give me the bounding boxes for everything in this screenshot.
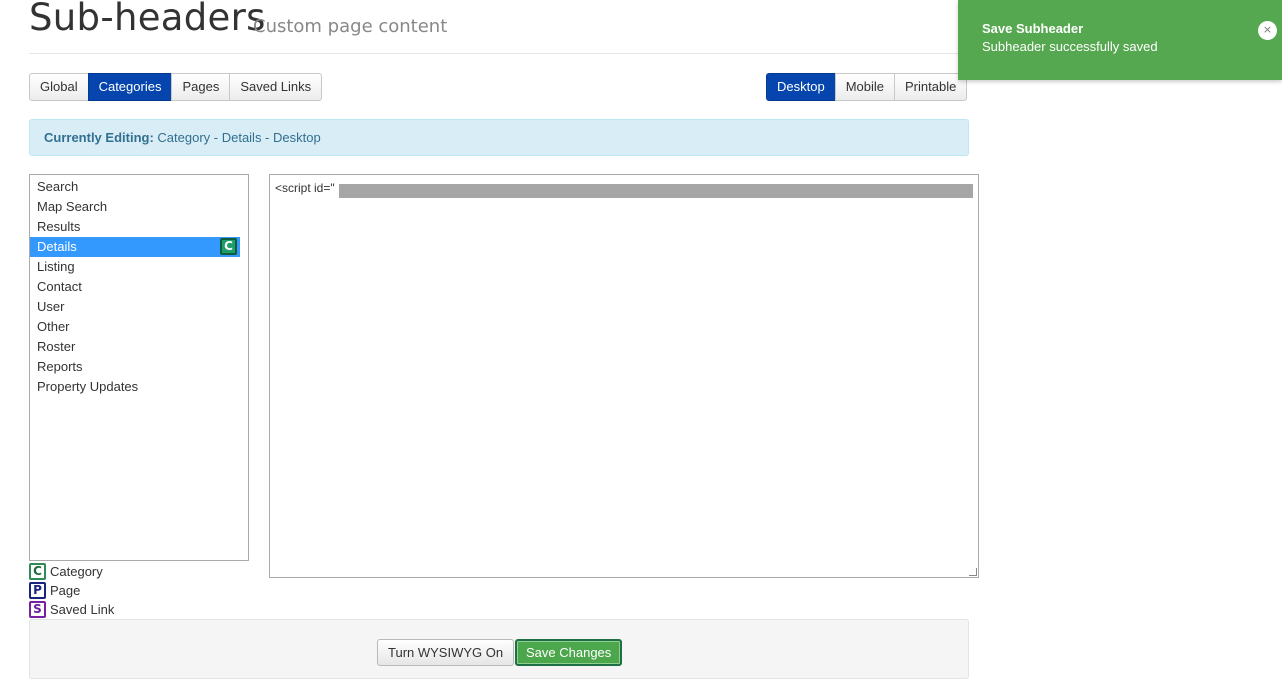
legend-row: C Category (29, 562, 114, 581)
redacted-block (339, 184, 973, 198)
list-item-reports[interactable]: Reports (30, 357, 240, 377)
list-item-label: Reports (37, 359, 83, 374)
page-badge-icon: P (29, 582, 46, 599)
list-item-results[interactable]: Results (30, 217, 240, 237)
list-item-contact[interactable]: Contact (30, 277, 240, 297)
list-item-label: Listing (37, 259, 75, 274)
list-item-other[interactable]: Other (30, 317, 240, 337)
list-item-label: Other (37, 319, 70, 334)
legend-row: P Page (29, 581, 114, 600)
toast-message: Subheader successfully saved (982, 39, 1158, 54)
tab-pages[interactable]: Pages (171, 73, 231, 101)
legend-row: S Saved Link (29, 600, 114, 619)
page-subtitle: Custom page content (253, 16, 448, 37)
close-icon[interactable]: × (1258, 21, 1277, 40)
legend-label: Saved Link (50, 602, 115, 617)
editing-value: Category - Details - Desktop (157, 130, 321, 145)
list-item-label: Details (37, 239, 77, 254)
list-item-label: Results (37, 219, 81, 234)
device-tabs: Desktop Mobile Printable (766, 73, 968, 101)
list-item-map-search[interactable]: Map Search (30, 197, 240, 217)
saved-link-badge-icon: S (29, 601, 46, 618)
category-badge-icon: C (29, 563, 46, 580)
toast-title: Save Subheader (982, 21, 1084, 36)
save-changes-button[interactable]: Save Changes (515, 639, 623, 666)
page-header: Sub-headers Custom page content (29, 0, 969, 54)
editing-label: Currently Editing: (44, 130, 154, 145)
list-item-label: User (37, 299, 65, 314)
tab-saved-links[interactable]: Saved Links (229, 73, 323, 101)
tab-categories[interactable]: Categories (87, 73, 173, 101)
list-item-label: Roster (37, 339, 76, 354)
list-item-label: Property Updates (37, 379, 139, 394)
page-title: Sub-headers (29, 0, 266, 39)
category-badge: C (220, 238, 237, 255)
list-item-label: Map Search (37, 199, 108, 214)
list-item-property-updates[interactable]: Property Updates (30, 377, 240, 397)
wysiwyg-toggle-button[interactable]: Turn WYSIWYG On (377, 639, 515, 666)
resize-handle-icon[interactable] (969, 568, 977, 576)
list-item-roster[interactable]: Roster (30, 337, 240, 357)
editor-content: <script id=" (275, 181, 335, 195)
scope-tabs: Global Categories Pages Saved Links (29, 73, 323, 101)
legend-label: Page (50, 583, 81, 598)
list-item-details[interactable]: Details C (30, 237, 240, 257)
list-item-label: Search (37, 179, 79, 194)
html-editor-textarea[interactable]: <script id=" (269, 174, 979, 578)
editing-banner: Currently Editing: Category - Details - … (29, 119, 969, 156)
badge-legend: C Category P Page S Saved Link (29, 562, 114, 619)
list-item-user[interactable]: User (30, 297, 240, 317)
list-item-label: Contact (37, 279, 82, 294)
category-list[interactable]: Search Map Search Results Details C Listi… (29, 174, 249, 561)
tab-desktop[interactable]: Desktop (766, 73, 836, 101)
list-item-listing[interactable]: Listing (30, 257, 240, 277)
legend-label: Category (50, 564, 103, 579)
list-item-search[interactable]: Search (30, 177, 240, 197)
tab-printable[interactable]: Printable (894, 73, 968, 101)
tab-mobile[interactable]: Mobile (834, 73, 895, 101)
success-toast: Save Subheader Subheader successfully sa… (958, 0, 1282, 80)
tab-global[interactable]: Global (29, 73, 89, 101)
